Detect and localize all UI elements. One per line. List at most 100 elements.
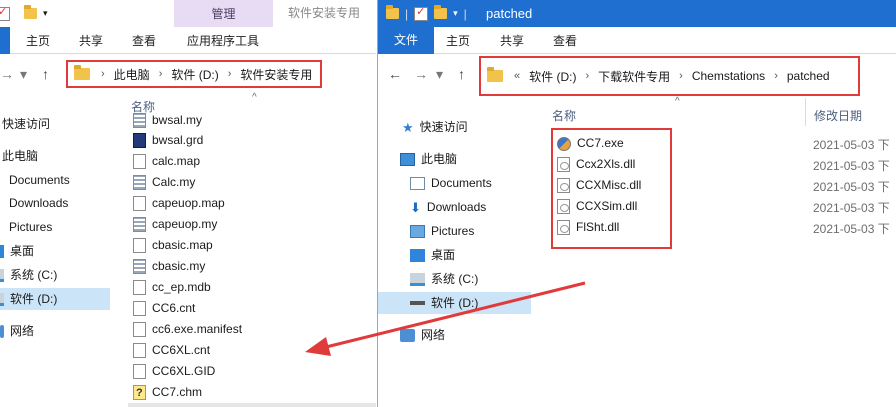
nav-quick-access[interactable]: 快速访问 [2,113,50,135]
desktop-icon [410,248,425,262]
column-header-name[interactable]: 名称 [552,107,576,124]
breadcrumb-chemstations[interactable]: Chemstations [692,69,765,83]
back-icon[interactable]: ← [388,66,402,82]
up-arrow-icon[interactable]: ↑ [42,66,49,82]
new-folder-icon[interactable] [24,5,37,19]
forward-icon[interactable]: → [414,66,428,82]
horizontal-scrollbar[interactable] [128,403,376,407]
file-name: CC6.cnt [152,301,196,315]
file-row[interactable]: cbasic.my [133,256,205,277]
column-divider[interactable] [805,98,806,126]
nav-this-pc[interactable]: 此电脑 [2,145,38,167]
address-bar[interactable]: › 此电脑 › 软件 (D:) › 软件安装专用 [66,60,322,88]
nav-pictures[interactable]: Pictures [410,220,474,242]
file-row[interactable]: cc_ep.mdb [133,277,211,298]
file-icon [133,301,146,316]
file-row[interactable]: cc6.exe.manifest [133,319,242,340]
file-icon [133,154,146,169]
file-row[interactable]: calc.map [133,151,200,172]
file-row[interactable]: CC6XL.GID [133,361,215,382]
tab-view[interactable]: 查看 [132,32,156,49]
breadcrumb-separator-icon: › [774,70,778,82]
file-name: bwsal.my [152,113,203,127]
chevron-down-icon[interactable]: ▾ [453,8,458,19]
file-icon [133,238,146,253]
breadcrumb-this-pc[interactable]: 此电脑 [114,66,150,83]
navigation-row: → ▾ ↑ › 此电脑 › 软件 (D:) › 软件安装专用 [0,56,376,92]
dll-icon [557,220,570,235]
nav-pictures[interactable]: Pictures [9,216,52,238]
my-icon [133,259,146,274]
file-row[interactable]: CCXSim.dll [557,196,637,217]
file-row[interactable]: FlSht.dll [557,217,619,238]
breadcrumb-drive-d[interactable]: 软件 (D:) [529,68,576,85]
nav-network[interactable]: 网络 [0,320,34,342]
chevron-down-icon[interactable]: ▾ [20,66,27,83]
nav-label: Documents [431,176,492,190]
file-name: CCXSim.dll [576,199,638,213]
context-tab-group-label[interactable]: 管理 [174,5,273,22]
file-row[interactable]: CC7.chm [133,382,202,404]
chevron-down-icon[interactable]: ▾ [436,66,443,83]
breadcrumb-download-folder[interactable]: 下载软件专用 [598,68,670,85]
dll-icon [557,157,570,172]
nav-label: 此电脑 [421,152,458,166]
explorer-window-left: ▾ 管理 软件安装专用 主页 共享 查看 应用程序工具 → ▾ ↑ › 此电脑 … [0,0,376,407]
file-row[interactable]: capeuop.my [133,214,217,235]
file-row[interactable]: capeuop.map [133,193,225,214]
file-name: capeuop.my [152,217,218,231]
properties-icon[interactable] [414,5,429,21]
nav-this-pc[interactable]: 此电脑 [400,148,457,170]
tab-file[interactable] [0,27,10,54]
nav-documents[interactable]: Documents [9,169,70,191]
nav-label: Downloads [9,196,69,210]
chevron-down-icon[interactable]: ▾ [43,8,48,19]
nav-quick-access[interactable]: ★ 快速访问 [402,116,468,138]
file-icon [133,196,146,211]
nav-drive-c[interactable]: 系统 (C:) [410,268,478,290]
breadcrumb-install-folder[interactable]: 软件安装专用 [240,66,312,83]
tab-file[interactable]: 文件 [378,27,434,54]
nav-desktop[interactable]: 桌面 [0,240,34,262]
nav-downloads[interactable]: ⬇ Downloads [410,196,486,218]
new-folder-icon[interactable] [434,5,448,19]
file-row[interactable]: bwsal.grd [133,130,203,151]
file-row[interactable]: Ccx2Xls.dll [557,154,635,175]
breadcrumb-overflow[interactable]: « [514,70,520,82]
up-arrow-icon[interactable]: ↑ [458,66,465,82]
nav-label: 桌面 [10,244,35,258]
tab-share[interactable]: 共享 [79,32,103,49]
nav-drive-c[interactable]: 系统 (C:) [0,264,57,286]
file-name: CC6XL.cnt [152,343,211,357]
file-row[interactable]: CC6.cnt [133,298,195,319]
nav-label: 系统 (C:) [10,268,58,282]
nav-documents[interactable]: Documents [410,172,492,194]
tab-share[interactable]: 共享 [500,32,524,49]
file-row[interactable]: CC7.exe [557,133,624,154]
file-row[interactable]: CC6XL.cnt [133,340,210,361]
properties-icon[interactable] [0,5,10,21]
tab-home[interactable]: 主页 [446,32,470,49]
nav-network[interactable]: 网络 [400,324,445,346]
nav-label: 快速访问 [419,120,468,134]
file-row[interactable]: Calc.my [133,172,195,193]
tab-home[interactable]: 主页 [26,32,50,49]
breadcrumb-drive-d[interactable]: 软件 (D:) [171,66,218,83]
nav-desktop[interactable]: 桌面 [410,244,455,266]
file-row[interactable]: bwsal.my [133,110,202,131]
breadcrumb-patched[interactable]: patched [787,69,830,83]
nav-downloads[interactable]: Downloads [9,192,68,214]
file-row[interactable]: cbasic.map [133,235,213,256]
file-name: CC7.exe [577,136,624,150]
file-row[interactable]: CCXMisc.dll [557,175,641,196]
address-bar[interactable]: « 软件 (D:) › 下载软件专用 › Chemstations › patc… [479,56,860,96]
nav-drive-d[interactable]: 软件 (D:) [378,292,531,314]
breadcrumb-separator-icon: › [585,70,590,82]
tab-application-tools[interactable]: 应用程序工具 [187,32,259,49]
tab-view[interactable]: 查看 [553,32,577,49]
breadcrumb-separator-icon: › [679,70,683,82]
forward-icon[interactable]: → [0,66,14,82]
column-header-modified[interactable]: 修改日期 [814,107,862,124]
nav-drive-d[interactable]: 软件 (D:) [0,288,110,310]
title-bar: | ▾ | patched [378,0,896,27]
